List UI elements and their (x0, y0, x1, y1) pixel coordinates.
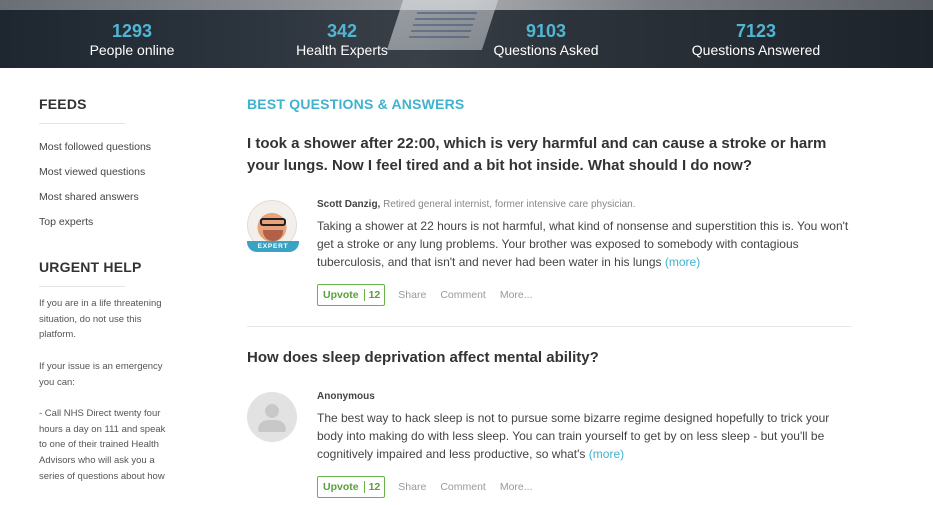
avatar-beard (263, 230, 283, 241)
answer-body: Taking a shower at 22 hours is not harmf… (317, 219, 849, 269)
comment-link[interactable]: Comment (440, 481, 486, 493)
answer-author: Scott Danzig, Retired general internist,… (317, 197, 852, 212)
sidebar: FEEDS Most followed questions Most viewe… (39, 96, 169, 500)
question-title[interactable]: I took a shower after 22:00, which is ve… (247, 133, 847, 177)
stat-label: Health Experts (296, 42, 388, 58)
feeds-divider (39, 123, 125, 124)
qa-item: I took a shower after 22:00, which is ve… (247, 133, 852, 306)
comment-link[interactable]: Comment (440, 289, 486, 301)
answer-text: The best way to hack sleep is not to pur… (317, 409, 857, 463)
urgent-help-paragraph: If you are in a life threatening situati… (39, 298, 162, 341)
feed-link-most-viewed[interactable]: Most viewed questions (39, 160, 169, 185)
stat-number: 342 (326, 21, 358, 41)
feeds-heading: FEEDS (39, 96, 87, 112)
stat-label: Questions Answered (691, 42, 821, 58)
urgent-help-divider (39, 286, 125, 287)
main-content: BEST QUESTIONS & ANSWERS I took a shower… (247, 96, 852, 498)
stat-label: People online (89, 42, 175, 58)
answer-body: The best way to hack sleep is not to pur… (317, 411, 830, 461)
answer-author: Anonymous (317, 389, 852, 404)
avatar-glasses (260, 218, 286, 226)
anonymous-avatar (247, 392, 297, 442)
stat-number: 9103 (525, 21, 567, 41)
answer: Anonymous The best way to hack sleep is … (247, 389, 852, 498)
stat-health-experts: 342 Health Experts (252, 20, 432, 59)
urgent-help-text: If you are in a life threatening situati… (39, 296, 169, 484)
urgent-help-paragraph: - Call NHS Direct twenty four hours a da… (39, 407, 166, 482)
author-credentials: Retired general internist, former intens… (383, 199, 636, 210)
feed-link-top-experts[interactable]: Top experts (39, 210, 169, 235)
stat-number: 1293 (111, 21, 153, 41)
stat-people-online: 1293 People online (42, 20, 222, 59)
answer-actions: Upvote 12 Share Comment More... (317, 284, 852, 306)
upvote-button[interactable]: Upvote 12 (317, 284, 386, 306)
author-name: Anonymous (317, 391, 375, 402)
feed-link-most-followed[interactable]: Most followed questions (39, 135, 169, 160)
feeds-list: Most followed questions Most viewed ques… (39, 135, 169, 235)
avatar-head (265, 404, 279, 418)
feed-link-most-shared[interactable]: Most shared answers (39, 185, 169, 210)
stat-number: 7123 (735, 21, 777, 41)
more-actions-link[interactable]: More... (500, 289, 533, 301)
upvote-label: Upvote (323, 289, 359, 301)
more-link[interactable]: (more) (665, 255, 700, 269)
qa-divider (247, 326, 852, 327)
upvote-count: 12 (363, 481, 380, 493)
expert-avatar[interactable]: EXPERT (247, 200, 299, 252)
urgent-help-heading: URGENT HELP (39, 259, 142, 275)
upvote-label: Upvote (323, 481, 359, 493)
answer-text: Taking a shower at 22 hours is not harmf… (317, 217, 857, 271)
answer-actions: Upvote 12 Share Comment More... (317, 476, 852, 498)
stats-banner: 1293 People online 342 Health Experts 91… (0, 0, 933, 68)
share-link[interactable]: Share (398, 289, 426, 301)
share-link[interactable]: Share (398, 481, 426, 493)
author-name[interactable]: Scott Danzig, (317, 199, 380, 210)
answer: EXPERT Scott Danzig, Retired general int… (247, 197, 852, 306)
stat-label: Questions Asked (493, 42, 599, 58)
qa-item: How does sleep deprivation affect mental… (247, 347, 852, 498)
avatar-shoulders (258, 420, 286, 432)
stat-questions-asked: 9103 Questions Asked (456, 20, 636, 59)
upvote-button[interactable]: Upvote 12 (317, 476, 386, 498)
upvote-count: 12 (363, 289, 380, 301)
stat-questions-answered: 7123 Questions Answered (666, 20, 846, 59)
expert-badge: EXPERT (247, 241, 299, 252)
more-actions-link[interactable]: More... (500, 481, 533, 493)
question-title[interactable]: How does sleep deprivation affect mental… (247, 347, 847, 369)
urgent-help-paragraph: If your issue is an emergency you can: (39, 360, 163, 388)
section-title: BEST QUESTIONS & ANSWERS (247, 96, 465, 112)
more-link[interactable]: (more) (589, 447, 624, 461)
